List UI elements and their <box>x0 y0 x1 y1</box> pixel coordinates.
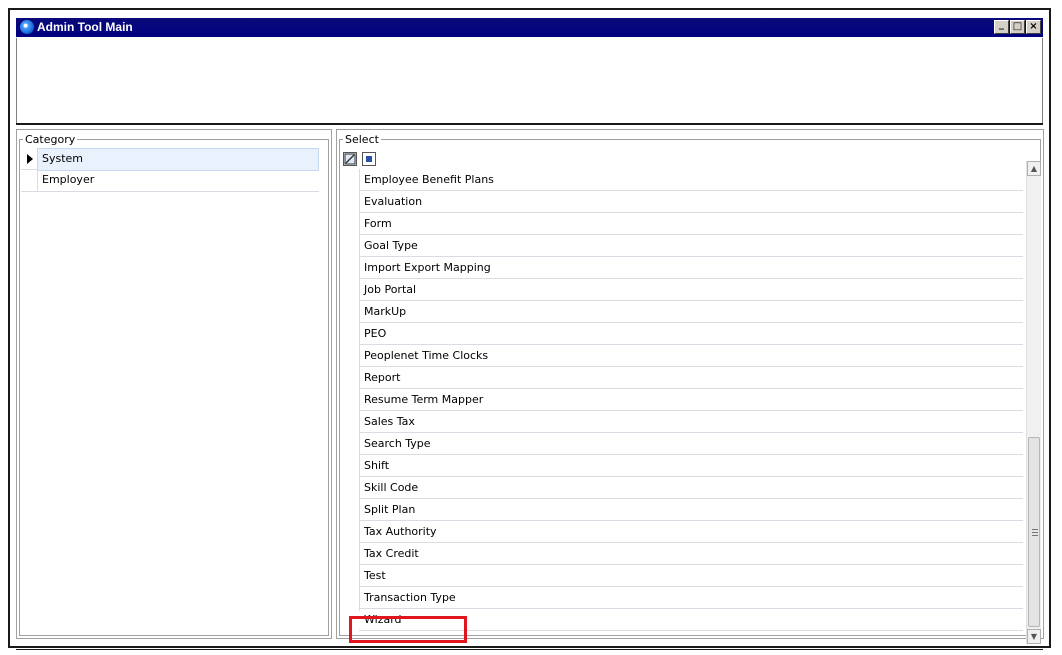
select-list-item[interactable]: Test <box>359 565 1023 587</box>
admin-tool-window: Admin Tool Main _ □ × Category System Em… <box>8 8 1051 650</box>
screen: { "window": { "title": "Admin Tool Main"… <box>0 0 1062 655</box>
maximize-button[interactable]: □ <box>1010 20 1025 34</box>
select-grid-header <box>341 149 1023 169</box>
scroll-down-icon[interactable]: ▼ <box>1027 629 1041 644</box>
category-row-employer[interactable]: Employer <box>21 170 319 192</box>
select-list-item[interactable]: Sales Tax <box>359 411 1023 433</box>
scrollbar-thumb[interactable] <box>1028 437 1040 627</box>
select-list-item[interactable]: PEO <box>359 323 1023 345</box>
vertical-scrollbar[interactable]: ▲ ▼ <box>1026 161 1041 644</box>
category-item-label: System <box>37 148 319 171</box>
category-group: Category System Employer <box>16 129 332 639</box>
edit-icon[interactable] <box>343 152 357 166</box>
window-title: Admin Tool Main <box>37 20 133 34</box>
select-list-item[interactable]: Tax Credit <box>359 543 1023 565</box>
select-list-item[interactable]: Report <box>359 367 1023 389</box>
close-icon: × <box>1029 21 1038 32</box>
select-list-item[interactable]: MarkUp <box>359 301 1023 323</box>
thumb-grip <box>1032 535 1038 536</box>
thumb-grip <box>1032 529 1038 530</box>
category-row-system[interactable]: System <box>21 148 319 171</box>
select-list-item[interactable]: Split Plan <box>359 499 1023 521</box>
category-item-label: Employer <box>37 170 319 191</box>
window-controls: _ □ × <box>994 20 1041 34</box>
close-button[interactable]: × <box>1026 20 1041 34</box>
category-group-frame <box>19 139 329 636</box>
app-icon <box>20 20 34 34</box>
select-group: Select Employee Benefit Plans Evaluation F… <box>336 129 1044 644</box>
select-list-item[interactable]: Employee Benefit Plans <box>359 169 1023 191</box>
maximize-icon: □ <box>1012 21 1023 32</box>
title-bar[interactable]: Admin Tool Main _ □ × <box>16 18 1043 37</box>
select-list-item[interactable]: Shift <box>359 455 1023 477</box>
header-panel <box>16 38 1043 124</box>
select-list-item[interactable]: Goal Type <box>359 235 1023 257</box>
select-list-item[interactable]: Tax Authority <box>359 521 1023 543</box>
select-list-item[interactable]: Job Portal <box>359 279 1023 301</box>
select-list-item[interactable]: Resume Term Mapper <box>359 389 1023 411</box>
select-list-item[interactable]: Skill Code <box>359 477 1023 499</box>
select-label: Select <box>343 133 381 146</box>
select-list-item[interactable]: Search Type <box>359 433 1023 455</box>
wizard-highlight-box <box>349 616 467 643</box>
scroll-up-icon[interactable]: ▲ <box>1027 161 1041 176</box>
select-list-item[interactable]: Form <box>359 213 1023 235</box>
select-all-icon[interactable] <box>362 152 376 166</box>
select-list-item[interactable]: Import Export Mapping <box>359 257 1023 279</box>
header-divider <box>16 123 1043 125</box>
select-list-item[interactable]: Peoplenet Time Clocks <box>359 345 1023 367</box>
category-label: Category <box>23 133 78 146</box>
minimize-button[interactable]: _ <box>994 20 1009 34</box>
select-list-item[interactable]: Evaluation <box>359 191 1023 213</box>
window-bottom-edge <box>16 649 1043 650</box>
row-indicator-icon <box>27 154 33 164</box>
thumb-grip <box>1032 532 1038 533</box>
row-header-column <box>341 169 360 611</box>
select-list-item[interactable]: Transaction Type <box>359 587 1023 609</box>
minimize-icon: _ <box>999 19 1004 30</box>
